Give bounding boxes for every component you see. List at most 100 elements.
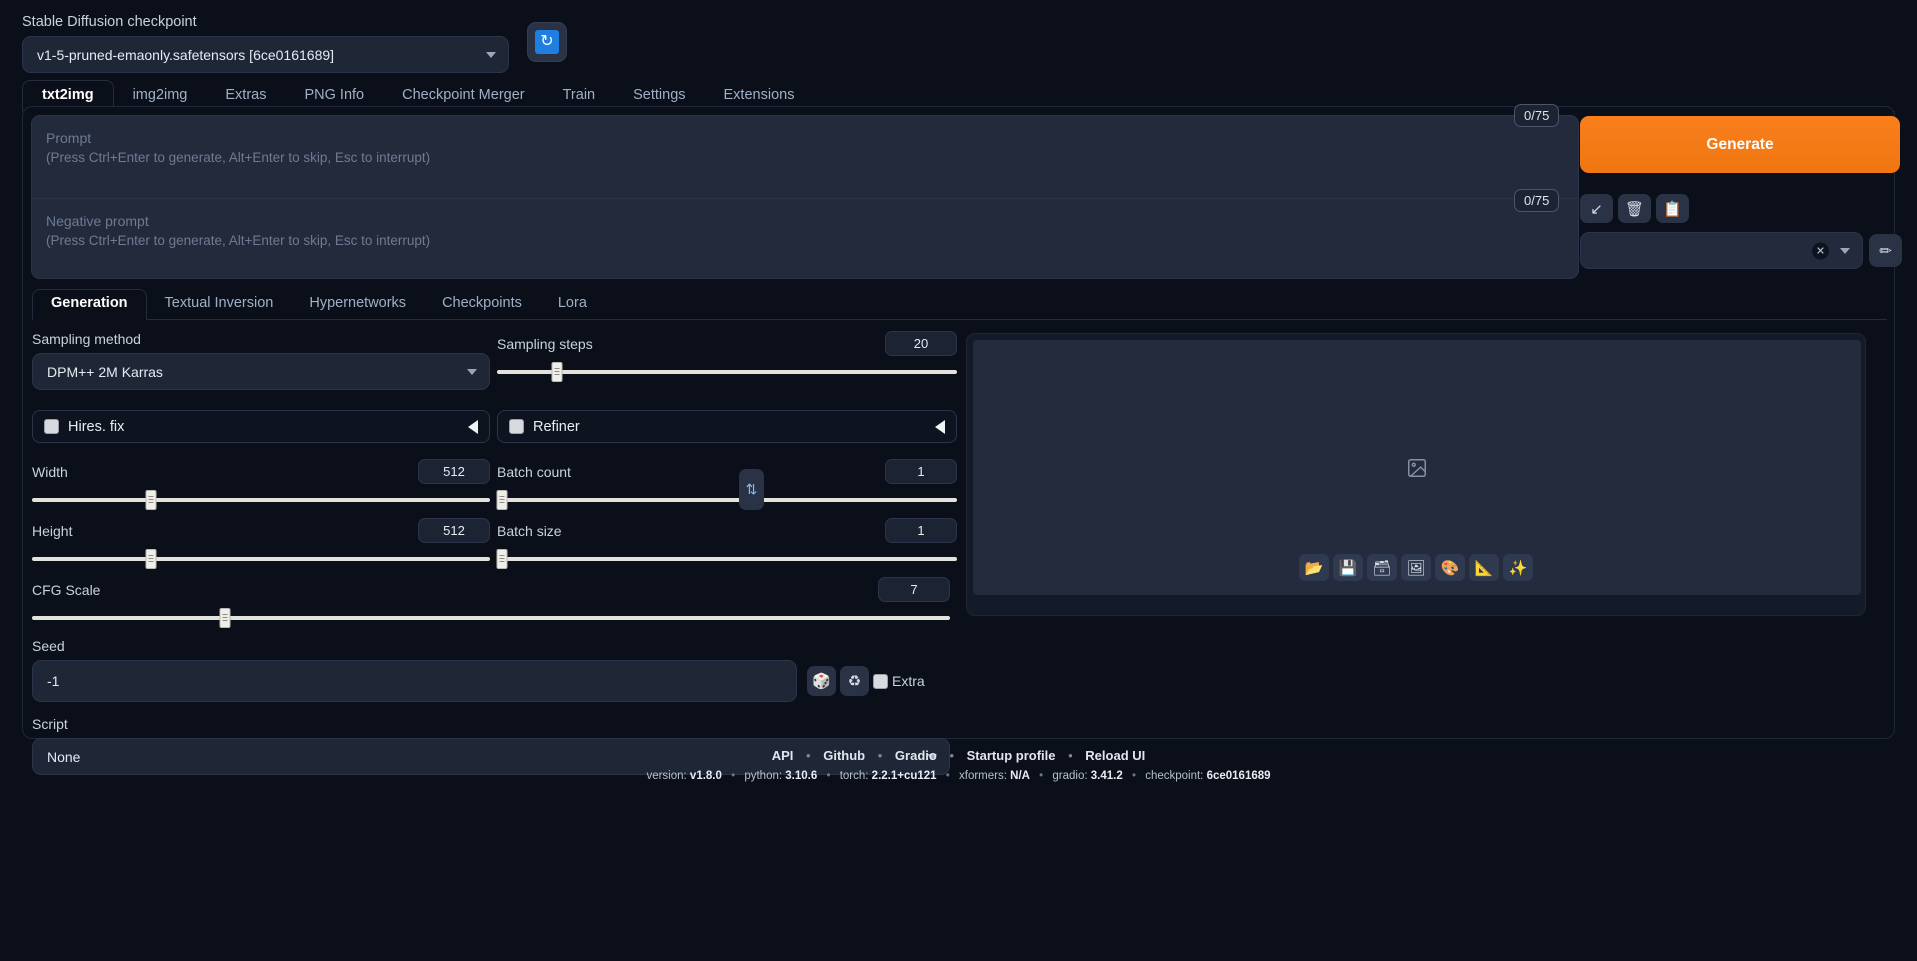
tab-generation[interactable]: Generation	[32, 289, 147, 320]
edit-styles-button[interactable]: ✏	[1869, 234, 1902, 267]
sampler-row: Sampling method DPM++ 2M Karras Sampling…	[32, 331, 977, 390]
footer: API • Github • Gradio • Startup profile …	[0, 748, 1917, 782]
checkpoint-bar: Stable Diffusion checkpoint v1-5-pruned-…	[0, 0, 1917, 73]
refiner-accordion[interactable]: Refiner	[497, 410, 957, 443]
save-zip-button[interactable]: 🗃	[1367, 554, 1397, 581]
tab-lora[interactable]: Lora	[540, 290, 605, 319]
footer-link-github[interactable]: Github	[823, 748, 865, 763]
slider-thumb[interactable]	[496, 490, 508, 510]
footer-separator: •	[1131, 770, 1136, 782]
read-generation-parameters-button[interactable]: 📋	[1656, 194, 1689, 223]
checkpoint-label: Stable Diffusion checkpoint	[22, 14, 197, 30]
generate-button[interactable]: Generate	[1580, 116, 1900, 173]
negative-prompt-input[interactable]: Negative prompt (Press Ctrl+Enter to gen…	[31, 199, 1579, 279]
cfg-scale-group: CFG Scale 7	[32, 577, 950, 628]
sampling-steps-slider[interactable]	[497, 362, 957, 382]
hires-fix-label: Hires. fix	[68, 418, 125, 435]
batch-group: Batch count 1 Batch size 1	[496, 459, 957, 569]
cfg-scale-label: CFG Scale	[32, 581, 101, 598]
slider-thumb[interactable]	[219, 608, 231, 628]
footer-separator: •	[949, 748, 955, 763]
refresh-checkpoints-button[interactable]: ↻	[527, 22, 567, 62]
send-to-img2img-button[interactable]: 🖼	[1401, 554, 1431, 581]
sampling-method-group: Sampling method DPM++ 2M Karras	[32, 331, 490, 390]
hires-fix-checkbox[interactable]	[44, 419, 59, 434]
save-button[interactable]: 💾	[1333, 554, 1363, 581]
batch-size-slider[interactable]	[496, 549, 957, 569]
extra-seed-checkbox[interactable]	[873, 673, 888, 689]
swap-dimensions-button[interactable]: ⇅	[739, 469, 764, 510]
width-slider[interactable]	[32, 490, 490, 510]
hires-fix-accordion[interactable]: Hires. fix	[32, 410, 490, 443]
gradio-key: gradio:	[1052, 770, 1088, 782]
image-preview-panel: 📂 💾 🗃 🖼 🎨 📐 ✨	[966, 333, 1866, 616]
chevron-down-icon	[467, 368, 477, 375]
batch-size-label: Batch size	[497, 522, 562, 539]
stable-diffusion-webui: Stable Diffusion checkpoint v1-5-pruned-…	[0, 0, 1917, 961]
send-to-extras-button[interactable]: 📐	[1469, 554, 1499, 581]
sampling-steps-value[interactable]: 20	[885, 331, 957, 356]
clear-styles-icon[interactable]: ✕	[1812, 242, 1829, 259]
slider-thumb[interactable]	[145, 549, 157, 569]
tab-hypernetworks[interactable]: Hypernetworks	[291, 290, 424, 319]
checkpoint-selector-group: Stable Diffusion checkpoint v1-5-pruned-…	[22, 14, 509, 73]
clear-prompt-button[interactable]: 🗑	[1618, 194, 1651, 223]
sampling-steps-label: Sampling steps	[497, 335, 593, 352]
checkpoint-dropdown[interactable]: v1-5-pruned-emaonly.safetensors [6ce0161…	[22, 36, 509, 73]
random-seed-button[interactable]: 🎲	[807, 666, 836, 696]
restore-progress-button[interactable]: ↙	[1580, 194, 1613, 223]
width-label: Width	[32, 463, 68, 480]
hires-refiner-row: Hires. fix Refiner	[32, 410, 977, 443]
torch-value: 2.2.1+cu121	[871, 770, 937, 782]
footer-separator: •	[877, 748, 883, 763]
generation-sub-tabs: Generation Textual Inversion Hypernetwor…	[32, 289, 1887, 320]
height-slider[interactable]	[32, 549, 490, 569]
prompt-input[interactable]: Prompt (Press Ctrl+Enter to generate, Al…	[31, 115, 1579, 199]
slider-thumb[interactable]	[145, 490, 157, 510]
tab-checkpoints[interactable]: Checkpoints	[424, 290, 540, 319]
footer-link-startup-profile[interactable]: Startup profile	[967, 748, 1056, 763]
reuse-seed-button[interactable]: ♻	[840, 666, 869, 696]
refiner-label: Refiner	[533, 418, 580, 435]
styles-dropdown[interactable]: ✕	[1580, 232, 1863, 269]
image-action-toolbar: 📂 💾 🗃 🖼 🎨 📐 ✨	[1299, 554, 1533, 581]
script-label: Script	[32, 716, 68, 732]
cfg-scale-slider[interactable]	[32, 608, 950, 628]
open-folder-button[interactable]: 📂	[1299, 554, 1329, 581]
footer-link-gradio[interactable]: Gradio	[895, 748, 937, 763]
dimensions-batch-row: Width 512 Height 512 Batch count 1 Batch…	[32, 459, 977, 569]
sampling-method-dropdown[interactable]: DPM++ 2M Karras	[32, 353, 490, 390]
height-value[interactable]: 512	[418, 518, 490, 543]
width-value[interactable]: 512	[418, 459, 490, 484]
negative-prompt-placeholder-hint: (Press Ctrl+Enter to generate, Alt+Enter…	[46, 233, 431, 249]
seed-label: Seed	[32, 638, 65, 654]
footer-separator: •	[806, 748, 811, 763]
checkpoint-value: v1-5-pruned-emaonly.safetensors [6ce0161…	[37, 46, 335, 63]
xformers-key: xformers:	[959, 770, 1007, 782]
footer-version-info: version: v1.8.0 • python: 3.10.6 • torch…	[0, 770, 1917, 782]
batch-size-value[interactable]: 1	[885, 518, 957, 543]
batch-count-slider[interactable]	[496, 490, 957, 510]
cfg-scale-value[interactable]: 7	[878, 577, 950, 602]
slider-thumb[interactable]	[551, 362, 563, 382]
image-placeholder-icon	[1408, 458, 1426, 477]
dimensions-group: Width 512 Height 512	[32, 459, 490, 569]
batch-count-value[interactable]: 1	[885, 459, 957, 484]
tab-textual-inversion[interactable]: Textual Inversion	[147, 290, 292, 319]
seed-input[interactable]: -1	[32, 660, 797, 702]
chevron-down-icon	[1840, 247, 1850, 254]
xformers-value: N/A	[1010, 770, 1030, 782]
checkpoint-hash-value: 6ce0161689	[1206, 770, 1271, 782]
footer-link-api[interactable]: API	[772, 748, 794, 763]
refresh-icon: ↻	[535, 30, 559, 54]
footer-link-reload-ui[interactable]: Reload UI	[1085, 748, 1145, 763]
styles-row: ✕ ✏	[1580, 232, 1902, 269]
refiner-checkbox[interactable]	[509, 419, 524, 434]
slider-thumb[interactable]	[496, 549, 508, 569]
send-to-inpaint-button[interactable]: 🎨	[1435, 554, 1465, 581]
seed-group: Seed -1	[32, 638, 797, 702]
prompt-placeholder-hint: (Press Ctrl+Enter to generate, Alt+Enter…	[46, 150, 431, 166]
version-value: v1.8.0	[689, 770, 722, 782]
footer-separator: •	[1039, 770, 1044, 782]
upscale-button[interactable]: ✨	[1503, 554, 1533, 581]
